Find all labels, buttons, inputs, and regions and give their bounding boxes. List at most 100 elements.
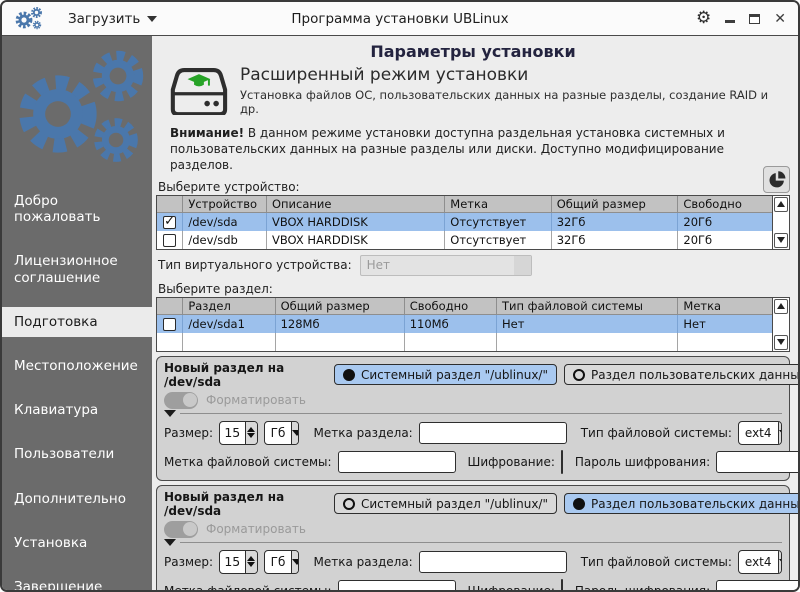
size-unit-dropdown[interactable]: Гб: [264, 550, 300, 574]
partition-row-empty: [157, 333, 772, 351]
encryption-label: Шифрование:: [468, 455, 555, 469]
chevron-down-icon: [147, 16, 157, 22]
pie-chart-icon: [767, 170, 787, 190]
device-row-sda[interactable]: /dev/sda VBOX HARDDISK Отсутствует 32Гб …: [157, 213, 772, 231]
size-spinner[interactable]: 15: [219, 421, 258, 445]
sidebar-item-finish[interactable]: Завершение: [2, 572, 152, 592]
sidebar-item-preparation[interactable]: Подготовка: [2, 307, 152, 337]
new-partition-panel-system: Новый раздел на /dev/sda Системный разде…: [156, 356, 790, 481]
panel-title: Новый раздел на /dev/sda: [164, 490, 327, 518]
settings-gear-icon[interactable]: ⚙: [696, 10, 711, 27]
format-toggle-label: Форматировать: [206, 522, 306, 536]
sidebar-item-location[interactable]: Местоположение: [2, 351, 152, 381]
device-table-label: Выберите устройство:: [158, 180, 790, 194]
device-sda-checkbox[interactable]: [163, 216, 176, 229]
scroll-up-icon[interactable]: [774, 197, 788, 212]
sidebar-gears-art-icon: [2, 36, 152, 184]
divider: [180, 413, 782, 414]
size-label: Размер:: [164, 555, 213, 569]
virtual-device-select: Нет: [360, 255, 532, 276]
sidebar-item-installation[interactable]: Установка: [2, 528, 152, 558]
chevron-down-icon: [778, 422, 782, 444]
load-button[interactable]: Загрузить: [62, 7, 163, 31]
mode-subtitle: Установка файлов ОС, пользовательских да…: [240, 88, 790, 116]
device-row-sdb[interactable]: /dev/sdb VBOX HARDDISK Отсутствует 32Гб …: [157, 231, 772, 249]
sidebar-item-keyboard[interactable]: Клавиатура: [2, 395, 152, 425]
main-content: Параметры установки Расширенный режим ус…: [152, 36, 798, 590]
device-table-scrollbar[interactable]: [772, 196, 789, 249]
page-title: Параметры установки: [156, 38, 790, 63]
fs-label-input[interactable]: [338, 451, 456, 473]
encryption-dropdown[interactable]: Отключено: [561, 450, 563, 474]
partition-table-label: Выберите раздел:: [158, 282, 790, 296]
sidebar-nav: Добро пожаловать Лицензионное соглашение…: [2, 184, 152, 592]
device-sdb-checkbox[interactable]: [163, 234, 176, 247]
radio-selected-icon: [343, 369, 355, 381]
format-toggle[interactable]: [164, 392, 198, 409]
encryption-password-input[interactable]: [716, 451, 800, 473]
partition-table: Раздел Общий размер Свободно Тип файлово…: [156, 297, 790, 352]
partition-row-sda1[interactable]: /dev/sda1 128Мб 110Мб Нет Нет: [157, 315, 772, 333]
partition-label-input[interactable]: [419, 551, 567, 573]
partition-label-label: Метка раздела:: [313, 555, 412, 569]
app-logo-gears-icon: [14, 6, 48, 32]
sidebar-item-users[interactable]: Пользователи: [2, 439, 152, 469]
pie-chart-button[interactable]: [763, 166, 790, 193]
sidebar: Добро пожаловать Лицензионное соглашение…: [2, 36, 152, 590]
scroll-down-icon[interactable]: [774, 335, 788, 350]
fstype-dropdown[interactable]: ext4: [738, 421, 782, 445]
size-unit-dropdown[interactable]: Гб: [264, 421, 300, 445]
partition-table-header: Раздел Общий размер Свободно Тип файлово…: [157, 298, 772, 315]
mode-title: Расширенный режим установки: [240, 65, 790, 85]
partition-table-scrollbar[interactable]: [772, 298, 789, 351]
panel-title: Новый раздел на /dev/sda: [164, 361, 327, 389]
device-table: Устройство Описание Метка Общий размер С…: [156, 195, 790, 250]
partition-label-input[interactable]: [419, 422, 567, 444]
format-toggle[interactable]: [164, 521, 198, 538]
minimize-button[interactable]: [725, 20, 735, 23]
collapse-arrow-icon[interactable]: [164, 410, 176, 417]
radio-unselected-icon: [343, 498, 355, 510]
maximize-button[interactable]: [749, 14, 760, 24]
fstype-label: Тип файловой системы:: [581, 555, 732, 569]
close-button[interactable]: ✕: [774, 12, 786, 26]
radio-selected-icon: [573, 498, 585, 510]
device-table-header: Устройство Описание Метка Общий размер С…: [157, 196, 772, 213]
sidebar-item-welcome[interactable]: Добро пожаловать: [2, 186, 152, 232]
chevron-down-icon: [291, 551, 299, 573]
radio-user-data-partition[interactable]: Раздел пользовательских данных /ublinux-…: [564, 493, 800, 514]
sidebar-item-license[interactable]: Лицензионное соглашение: [2, 246, 152, 292]
installer-window: Загрузить Программа установки UBLinux ⚙ …: [0, 0, 800, 592]
virtual-device-label: Тип виртуального устройства:: [158, 258, 352, 272]
radio-unselected-icon: [573, 369, 585, 381]
encryption-dropdown[interactable]: Отключено: [561, 579, 563, 592]
new-partition-panel-userdata: Новый раздел на /dev/sda Системный разде…: [156, 485, 790, 592]
collapse-arrow-icon[interactable]: [164, 539, 176, 546]
radio-system-partition[interactable]: Системный раздел "/ublinux/": [334, 364, 557, 385]
sidebar-item-additional[interactable]: Дополнительно: [2, 484, 152, 514]
size-label: Размер:: [164, 426, 213, 440]
fs-label-input[interactable]: [338, 580, 456, 592]
encryption-label: Шифрование:: [468, 584, 555, 592]
divider: [180, 542, 782, 543]
password-label: Пароль шифрования:: [575, 455, 710, 469]
fstype-dropdown[interactable]: ext4: [738, 550, 782, 574]
scroll-down-icon[interactable]: [774, 233, 788, 248]
titlebar: Загрузить Программа установки UBLinux ⚙ …: [2, 2, 798, 36]
password-label: Пароль шифрования:: [575, 584, 710, 592]
spinner-arrows-icon[interactable]: [245, 551, 256, 573]
scroll-up-icon[interactable]: [774, 299, 788, 314]
size-spinner[interactable]: 15: [219, 550, 258, 574]
load-button-label: Загрузить: [68, 11, 140, 27]
chevron-down-icon: [291, 422, 299, 444]
fs-label-label: Метка файловой системы:: [164, 455, 332, 469]
spinner-arrows-icon[interactable]: [245, 422, 256, 444]
chevron-down-icon: [778, 551, 782, 573]
encryption-password-input[interactable]: [716, 580, 800, 592]
radio-system-partition[interactable]: Системный раздел "/ublinux/": [334, 493, 557, 514]
partition-sda1-checkbox[interactable]: [163, 318, 176, 331]
format-toggle-label: Форматировать: [206, 393, 306, 407]
radio-user-data-partition[interactable]: Раздел пользовательских данных /ublinux-…: [564, 364, 800, 385]
harddisk-graduation-icon: [170, 66, 228, 115]
fstype-label: Тип файловой системы:: [581, 426, 732, 440]
